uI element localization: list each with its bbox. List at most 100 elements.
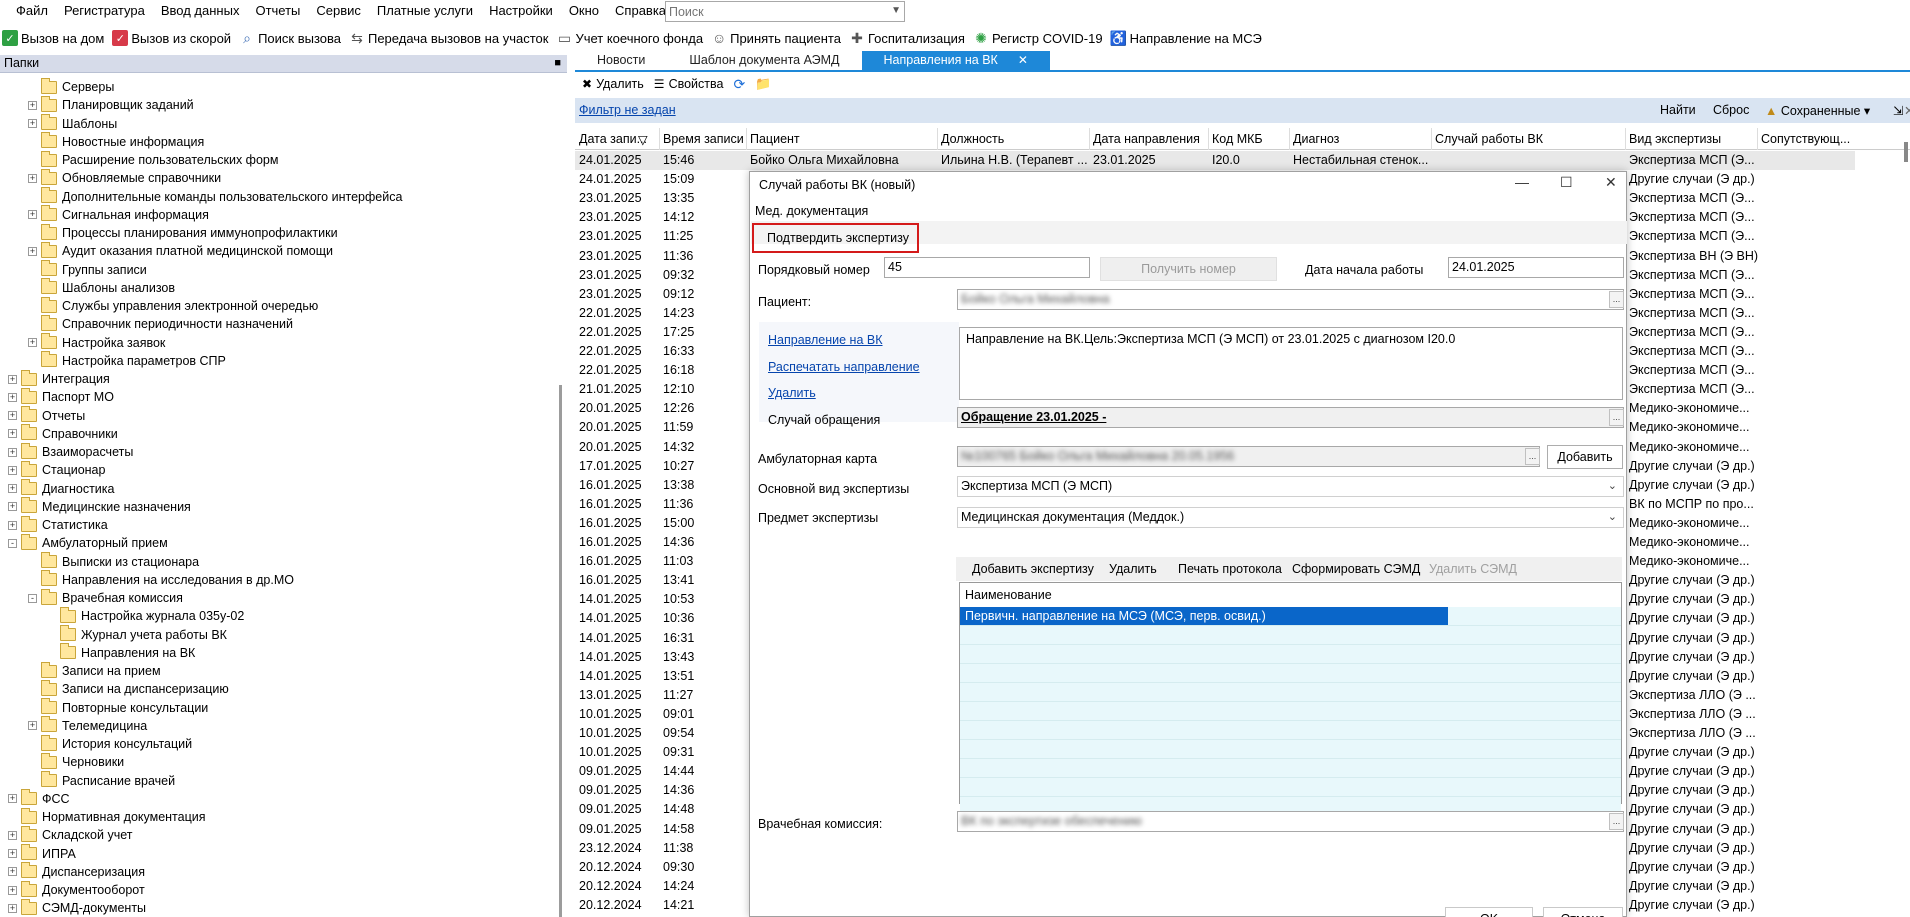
tree-item[interactable]: Черновики	[28, 752, 124, 771]
expand-toggle-icon[interactable]: +	[28, 721, 37, 731]
chevron-down-icon[interactable]: ▼	[891, 5, 901, 16]
tree-item[interactable]: Повторные консультации	[28, 698, 208, 717]
grid-header-cell[interactable]: Дата направления	[1093, 132, 1200, 146]
menu-item-0[interactable]: Файл	[0, 0, 56, 22]
expand-toggle-icon[interactable]: +	[8, 502, 17, 512]
tab-2[interactable]: Направления на ВК ✕	[861, 51, 1050, 70]
tree-item[interactable]: + Взаиморасчеты	[8, 442, 133, 461]
tree-item[interactable]: + Медицинские назначения	[8, 497, 191, 516]
table-row[interactable]	[960, 721, 1621, 740]
tree-item[interactable]: + Паспорт МО	[8, 387, 114, 406]
table-row[interactable]	[960, 759, 1621, 778]
table-row[interactable]: 24.01.2025 15:46 Бойко Ольга Михайловна Иль…	[575, 151, 1855, 170]
expand-toggle-icon[interactable]: +	[28, 338, 37, 347]
expand-toggle-icon[interactable]: -	[28, 593, 37, 603]
print-direction-link[interactable]: Распечатать направление	[768, 360, 920, 374]
tree-item[interactable]: Записи на прием	[28, 661, 161, 680]
tab-1[interactable]: Шаблон документа АЭМД	[667, 51, 861, 70]
expand-toggle-icon[interactable]: +	[8, 885, 17, 895]
grid-header-cell[interactable]: Вид экспертизы	[1629, 132, 1721, 146]
tree-item[interactable]: Справочник периодичности назначений	[28, 314, 293, 333]
tree-item[interactable]: + Настройка заявок	[28, 333, 165, 352]
tree-item[interactable]: Процессы планирования иммунопрофилактики	[28, 223, 338, 242]
find-button[interactable]: Найти	[1660, 103, 1696, 117]
expand-toggle-icon[interactable]: +	[8, 849, 17, 858]
order-number-input[interactable]: 45	[884, 257, 1090, 278]
tree-item[interactable]: + СЭМД-документы	[8, 898, 146, 917]
tree-item[interactable]: - Амбулаторный прием	[8, 533, 168, 552]
patient-lookup-button[interactable]: ...	[1609, 291, 1624, 308]
toolbar-button-7[interactable]: ✺ Регистр COVID-19	[971, 27, 1109, 49]
confirm-expertise-button[interactable]: Подтвердить экспертизу	[752, 223, 919, 253]
add-button[interactable]: Добавить	[1547, 445, 1623, 469]
menu-item-1[interactable]: Регистратура	[56, 0, 153, 22]
reset-button[interactable]: Сброс	[1713, 103, 1749, 117]
pin-icon[interactable]: ■	[554, 55, 561, 72]
grid-header-cell[interactable]: Сопутствующ...	[1761, 132, 1850, 146]
tree-item[interactable]: Новостные информация	[28, 132, 204, 151]
toolbar-button-6[interactable]: ✚ Госпитализация	[847, 27, 971, 49]
expand-toggle-icon[interactable]: +	[8, 447, 17, 457]
tree-item[interactable]: + Телемедицина	[28, 716, 147, 735]
search-input[interactable]	[666, 2, 880, 21]
tree-item[interactable]: + Стационар	[8, 460, 105, 479]
expand-toggle-icon[interactable]: +	[8, 392, 17, 402]
tree-scrollbar[interactable]	[559, 385, 562, 917]
close-icon[interactable]: ✕	[1605, 174, 1617, 191]
card-lookup-button[interactable]: ...	[1525, 448, 1540, 465]
grid-header-cell[interactable]: Время записи	[663, 132, 744, 146]
grid-header-cell[interactable]: Код МКБ	[1212, 132, 1263, 146]
print-protocol-button[interactable]: Печать протокола	[1178, 562, 1282, 576]
tree-item[interactable]: + Складской учет	[8, 825, 132, 844]
menu-item-7[interactable]: Окно	[561, 0, 607, 22]
expand-toggle-icon[interactable]: +	[28, 210, 37, 220]
tree-item[interactable]: Настройка параметров СПР	[28, 351, 226, 370]
tree-item[interactable]: История консультаций	[28, 734, 192, 753]
tree-item[interactable]: + Статистика	[8, 515, 108, 534]
case-field[interactable]: Обращение 23.01.2025 -	[957, 407, 1624, 428]
tree-item[interactable]: Нормативная документация	[8, 807, 206, 826]
sort-down-icon[interactable]: ▽	[638, 132, 648, 147]
menu-item-4[interactable]: Сервис	[308, 0, 369, 22]
patient-field[interactable]: Бойко Ольга Михайловна	[957, 289, 1624, 310]
properties-button[interactable]: ☰ Свойства	[650, 77, 730, 91]
toolbar-button-3[interactable]: ⇆ Передача вызовов на участок	[347, 27, 554, 49]
menu-item-3[interactable]: Отчеты	[247, 0, 308, 22]
expand-toggle-icon[interactable]: +	[8, 429, 17, 439]
tree-item[interactable]: + ФСС	[8, 789, 70, 808]
tab-0[interactable]: Новости	[575, 51, 667, 70]
expand-toggle-icon[interactable]: +	[8, 374, 17, 384]
table-row[interactable]	[960, 626, 1621, 645]
tree-item[interactable]: + Диагностика	[8, 479, 114, 498]
tree-item[interactable]: + Планировщик заданий	[28, 95, 194, 114]
tree-item[interactable]: Серверы	[28, 78, 114, 96]
tree-item[interactable]: Записи на диспансеризацию	[28, 679, 229, 698]
commission-field[interactable]: ВК по экспертизе обеспечению	[957, 811, 1624, 832]
tree-item[interactable]: + Отчеты	[8, 406, 85, 425]
delete-button[interactable]: ✖ Удалить	[578, 77, 650, 91]
tree-item[interactable]: Выписки из стационара	[28, 552, 199, 571]
menu-item-6[interactable]: Настройки	[481, 0, 561, 22]
tree-item[interactable]: - Врачебная комиссия	[28, 588, 183, 607]
toolbar-button-5[interactable]: ☺ Принять пациента	[709, 27, 847, 49]
table-row[interactable]	[960, 645, 1621, 664]
expand-toggle-icon[interactable]: +	[8, 867, 17, 877]
tree-item[interactable]: + Обновляемые справочники	[28, 168, 221, 187]
expand-toggle-icon[interactable]: -	[8, 538, 17, 548]
grid-header-cell[interactable]: Дата запи...	[579, 132, 647, 146]
tree-item[interactable]: Расписание врачей	[28, 771, 175, 790]
create-semd-button[interactable]: Сформировать СЭМД	[1292, 562, 1420, 576]
expand-toggle-icon[interactable]: +	[28, 246, 37, 256]
delete-expertise-button[interactable]: Удалить	[1109, 562, 1157, 576]
expand-toggle-icon[interactable]: +	[8, 465, 17, 475]
tree-item[interactable]: + Аудит оказания платной медицинской помо…	[28, 241, 333, 260]
tree-item[interactable]: Журнал учета работы ВК	[47, 625, 227, 644]
card-field[interactable]: №100765 Бойко Ольга Михайловна 20.05.195…	[957, 446, 1540, 467]
expand-toggle-icon[interactable]: +	[28, 119, 37, 128]
tree-item[interactable]: Группы записи	[28, 260, 147, 279]
table-row[interactable]	[960, 778, 1621, 797]
saved-filters-button[interactable]: ▲ Сохраненные ▾	[1765, 103, 1870, 118]
tree-item[interactable]: Направления на исследования в др.МО	[28, 570, 294, 589]
toolbar-button-0[interactable]: ✓ Вызов на дом	[0, 27, 110, 49]
ok-button[interactable]: OK	[1445, 907, 1533, 917]
